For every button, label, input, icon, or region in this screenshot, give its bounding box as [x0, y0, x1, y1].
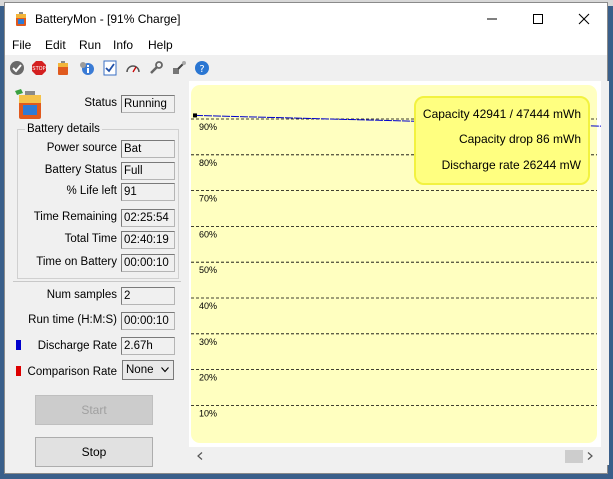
minimize-icon: [487, 18, 497, 20]
battery-app-icon: [16, 12, 26, 26]
y-tick-label: 10%: [199, 408, 217, 418]
status-value: Running: [121, 95, 175, 113]
window-title: BatteryMon - [91% Charge]: [35, 12, 181, 26]
life-left-value: 91: [121, 183, 175, 201]
time-remaining-label: Time Remaining: [33, 211, 117, 223]
separator-top: [13, 281, 181, 282]
menu-help[interactable]: Help: [148, 38, 173, 52]
comparison-rate-color-swatch: [16, 366, 21, 376]
power-source-value: Bat: [121, 140, 175, 158]
chart-panel: 90% 80% 70% 60% 50% 40% 30% 20% 10% Capacity 429…: [189, 81, 601, 447]
maximize-button[interactable]: [515, 3, 561, 35]
time-remaining-value: 02:25:54: [121, 209, 175, 227]
power-source-label: Power source: [46, 142, 117, 154]
comparison-rate-label: Comparison Rate: [27, 366, 117, 378]
scroll-thumb[interactable]: [565, 450, 583, 463]
svg-text:STOP: STOP: [32, 66, 45, 72]
close-button[interactable]: [561, 3, 607, 35]
menu-bar: File Edit Run Info Help: [5, 35, 607, 55]
info-icon[interactable]: [79, 60, 95, 76]
y-tick-label: 20%: [199, 373, 217, 383]
battery-status-value: Full: [121, 162, 175, 180]
capacity-text: Capacity 42941 / 47444 mWh: [423, 107, 581, 121]
total-time-value: 02:40:19: [121, 231, 175, 249]
discharge-rate-color-swatch: [16, 340, 21, 350]
menu-info[interactable]: Info: [113, 38, 133, 52]
battery-logo-icon: [15, 89, 41, 119]
battery-icon[interactable]: [55, 60, 71, 76]
battery-details-title: Battery details: [25, 123, 102, 135]
series-start-point: [193, 113, 197, 118]
scroll-right-icon[interactable]: [587, 452, 593, 460]
toolbar: STOP ?: [5, 55, 607, 81]
batterymon-window: BatteryMon - [91% Charge] File Edit Run …: [4, 2, 609, 474]
run-time-label: Run time (H:M:S): [28, 314, 117, 326]
right-edge: [601, 81, 609, 465]
minimize-button[interactable]: [469, 3, 515, 35]
num-samples-value: 2: [121, 287, 175, 305]
total-time-label: Total Time: [64, 233, 117, 245]
start-button[interactable]: Start: [35, 395, 153, 425]
check-icon[interactable]: [9, 60, 25, 76]
checklist-icon[interactable]: [102, 60, 118, 76]
y-tick-label: 90%: [199, 122, 217, 132]
run-time-value: 00:00:10: [121, 312, 175, 330]
num-samples-label: Num samples: [46, 289, 117, 301]
y-tick-label: 30%: [199, 337, 217, 347]
help-icon[interactable]: ?: [194, 60, 210, 76]
close-icon: [578, 13, 590, 25]
stop-icon[interactable]: STOP: [31, 60, 47, 76]
discharge-chart: 90% 80% 70% 60% 50% 40% 30% 20% 10% Capacity 429…: [191, 85, 601, 443]
y-tick-label: 70%: [199, 194, 217, 204]
time-on-battery-label: Time on Battery: [36, 256, 117, 268]
y-tick-label: 60%: [199, 229, 217, 239]
title-bar: BatteryMon - [91% Charge]: [5, 3, 607, 35]
menu-run[interactable]: Run: [79, 38, 101, 52]
scroll-left-icon[interactable]: [197, 452, 203, 460]
menu-edit[interactable]: Edit: [45, 38, 66, 52]
capacity-drop-text: Capacity drop 86 mWh: [459, 132, 581, 146]
time-on-battery-value: 00:00:10: [121, 254, 175, 272]
tools-icon[interactable]: [171, 60, 187, 76]
info-panel: Status Running Battery details Power sou…: [5, 81, 187, 473]
svg-text:?: ?: [199, 64, 204, 75]
comparison-rate-selected: None: [126, 364, 154, 376]
y-tick-label: 50%: [199, 265, 217, 275]
life-left-label: % Life left: [66, 185, 118, 197]
gauge-icon[interactable]: [125, 60, 141, 76]
chart-horizontal-scrollbar[interactable]: [189, 447, 601, 465]
maximize-icon: [533, 14, 543, 24]
wrench-icon[interactable]: [148, 60, 164, 76]
chevron-down-icon: [161, 367, 169, 373]
battery-status-label: Battery Status: [44, 164, 117, 176]
discharge-rate-value: 2.67h: [121, 337, 175, 355]
discharge-rate-label: Discharge Rate: [37, 340, 117, 352]
stop-button[interactable]: Stop: [35, 437, 153, 467]
comparison-rate-select[interactable]: None: [122, 360, 174, 380]
y-tick-label: 80%: [199, 158, 217, 168]
y-tick-label: 40%: [199, 301, 217, 311]
status-label: Status: [84, 97, 117, 109]
menu-file[interactable]: File: [12, 38, 31, 52]
discharge-rate-text: Discharge rate 26244 mW: [442, 158, 582, 172]
